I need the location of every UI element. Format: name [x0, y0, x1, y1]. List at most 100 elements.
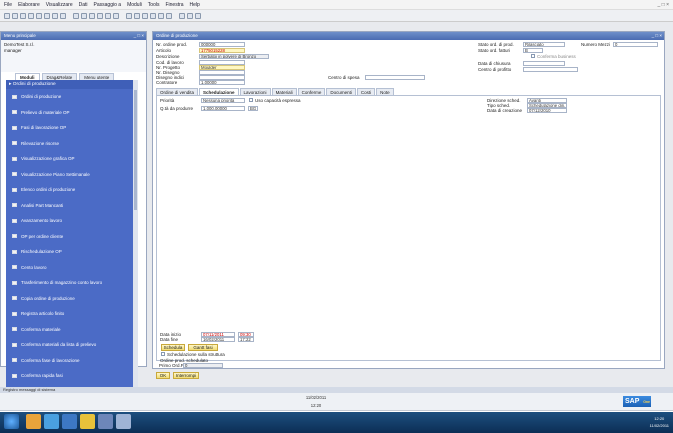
window-controls[interactable]: _ □ ×: [658, 2, 670, 8]
nav-item[interactable]: Conferma materiali da lista di prelievo: [6, 337, 138, 353]
system-tray[interactable]: 12:20 11/02/2011: [650, 415, 669, 429]
status-select[interactable]: Rilasciato: [523, 42, 565, 47]
nav-section-production[interactable]: ▸ Ordini di produzione: [6, 80, 138, 89]
menu-view[interactable]: Visualizzare: [46, 2, 73, 8]
nav-item[interactable]: Fasi di lavorazione OP: [6, 120, 138, 136]
nav-item[interactable]: Conferma fase di lavorazione: [6, 353, 138, 369]
ie-icon[interactable]: [44, 414, 59, 429]
settings-icon[interactable]: [166, 12, 172, 19]
menu-modules[interactable]: Moduli: [127, 2, 142, 8]
order-number-field[interactable]: 000000: [199, 42, 245, 47]
cancel-button[interactable]: Interrompi: [173, 372, 199, 379]
structure-checkbox[interactable]: [161, 352, 165, 356]
capacity-checkbox[interactable]: [249, 98, 253, 102]
nav-item[interactable]: Ordini di produzione: [6, 89, 138, 105]
nav-item[interactable]: OP per ordine cliente: [6, 229, 138, 245]
nav-item[interactable]: Prelievo di materiale OP: [6, 105, 138, 121]
uom-field[interactable]: BG: [248, 106, 258, 111]
gross-profit-icon[interactable]: [158, 12, 164, 19]
description-field[interactable]: Serbatoi in polvere di Bronzo: [199, 54, 269, 59]
save-icon[interactable]: [20, 12, 26, 19]
creation-date-field[interactable]: 07/12/2010: [527, 108, 567, 113]
sap-task-icon[interactable]: [116, 414, 131, 429]
menu-tools[interactable]: Tools: [148, 2, 160, 8]
nav-item[interactable]: Conferma rapida fasi: [6, 368, 138, 384]
vehicles-label: Numero Mezzi: [581, 42, 611, 47]
start-icon[interactable]: [4, 414, 19, 429]
nav-item[interactable]: Elenco ordini di produzione: [6, 182, 138, 198]
sort-icon[interactable]: [134, 12, 140, 19]
nav-item[interactable]: Registra articolo finito: [6, 306, 138, 322]
nav-item[interactable]: Trasferimento di magazzino conto lavoro: [6, 275, 138, 291]
priority-select[interactable]: Nessuna priorità: [201, 98, 245, 103]
filter-icon[interactable]: [126, 12, 132, 19]
nav-item[interactable]: Visualizzazione Piano Settimanale: [6, 167, 138, 183]
menu-help[interactable]: Help: [190, 2, 200, 8]
profit-center-field[interactable]: [523, 67, 578, 72]
invoice-status-field[interactable]: B: [523, 48, 543, 53]
taskbar: 12:20 11/02/2011: [0, 412, 673, 433]
next-record-icon[interactable]: [105, 12, 111, 19]
end-date-field[interactable]: 16/02/2011: [201, 337, 235, 342]
menu-window[interactable]: Finestra: [165, 2, 183, 8]
schedule-button[interactable]: Schedula: [161, 344, 185, 351]
quantity-field[interactable]: 1.000,00000: [201, 106, 245, 111]
nav-item[interactable]: Cento lavoro: [6, 260, 138, 276]
sms-icon[interactable]: [36, 12, 42, 19]
help-icon[interactable]: [195, 12, 201, 19]
email-icon[interactable]: [28, 12, 34, 19]
form-icon: [12, 110, 17, 115]
app-icon[interactable]: [62, 414, 77, 429]
ok-button[interactable]: OK: [156, 372, 170, 379]
window-icon[interactable]: [98, 414, 113, 429]
nav-item[interactable]: Avanzamento lavoro: [6, 213, 138, 229]
window-controls[interactable]: _ □ ×: [652, 32, 662, 40]
counter-label: Contratore: [156, 80, 178, 85]
print-icon[interactable]: [4, 12, 10, 19]
first-order-field[interactable]: 0: [183, 363, 223, 368]
explorer-icon[interactable]: [26, 414, 41, 429]
calculator-icon[interactable]: [187, 12, 193, 19]
main-menu-window: Menu principale _ □ × DemoTest S.r.l. ma…: [0, 31, 147, 394]
confirm-checkbox[interactable]: [531, 54, 535, 58]
menu-edit[interactable]: Elaborare: [18, 2, 40, 8]
last-record-icon[interactable]: [113, 12, 119, 19]
add-icon[interactable]: [81, 12, 87, 19]
nav-scrollbar[interactable]: [133, 80, 138, 394]
cost-center-field[interactable]: [365, 75, 425, 80]
production-order-window: Ordine di produzione _ □ × Nr. ordine pr…: [152, 31, 665, 369]
nav-item[interactable]: Rischedulazione OP: [6, 244, 138, 260]
menu-goto[interactable]: Passaggio a: [94, 2, 122, 8]
menu-data[interactable]: Dati: [79, 2, 88, 8]
scroll-thumb[interactable]: [134, 90, 137, 210]
nav-item[interactable]: Copia ordine di produzione: [6, 291, 138, 307]
prev-record-icon[interactable]: [97, 12, 103, 19]
closing-date-field[interactable]: [523, 61, 565, 66]
item-field[interactable]: 1775015228: [199, 48, 245, 53]
find-icon[interactable]: [73, 12, 79, 19]
folder-icon[interactable]: [80, 414, 95, 429]
confirm-label: Conferma business: [537, 54, 576, 59]
counter-field[interactable]: 1,00000: [199, 80, 245, 85]
nav-item[interactable]: Conferma materiale: [6, 322, 138, 338]
vehicles-field[interactable]: 0: [613, 42, 658, 47]
nav-item[interactable]: Analisi Part Mancanti: [6, 198, 138, 214]
form-icon: [12, 218, 17, 223]
pdf-icon[interactable]: [60, 12, 66, 19]
end-time-field[interactable]: 17:22: [238, 337, 254, 342]
preview-icon[interactable]: [12, 12, 18, 19]
export-icon[interactable]: [52, 12, 58, 19]
nav-item[interactable]: Visualizzazione grafica OP: [6, 151, 138, 167]
base-doc-icon[interactable]: [142, 12, 148, 19]
bottom-time: 12:20: [310, 403, 322, 408]
target-doc-icon[interactable]: [150, 12, 156, 19]
calendar-icon[interactable]: [179, 12, 185, 19]
gantt-button[interactable]: Gantt fasi: [188, 344, 218, 351]
nav-item[interactable]: Rilevazione risorse: [6, 136, 138, 152]
fax-icon[interactable]: [44, 12, 50, 19]
description-label: Descrizione: [156, 54, 180, 59]
first-record-icon[interactable]: [89, 12, 95, 19]
window-controls[interactable]: _ □ ×: [134, 32, 144, 40]
user-block: DemoTest S.r.l. manager: [1, 40, 146, 72]
menu-file[interactable]: File: [4, 2, 12, 8]
